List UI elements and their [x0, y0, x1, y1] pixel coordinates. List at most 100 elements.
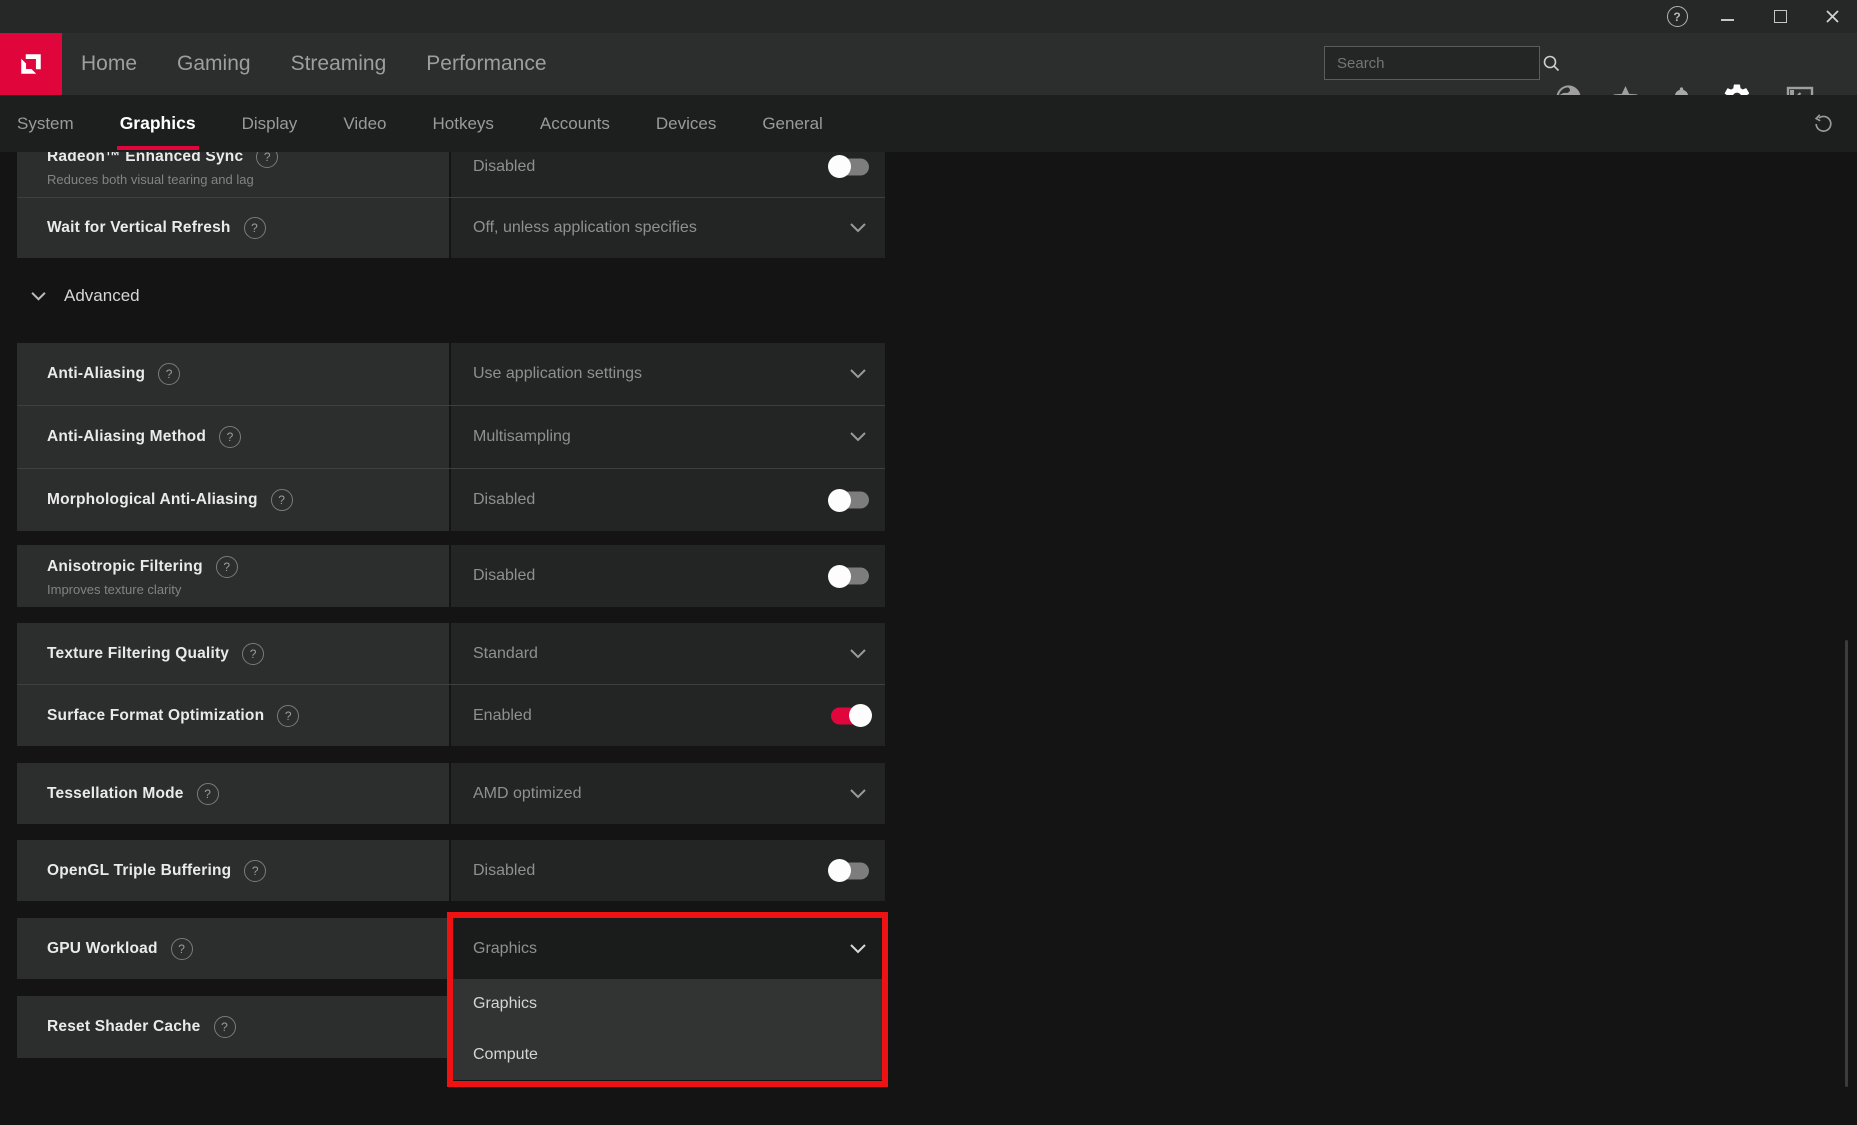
- gpu-workload-options-list: Graphics Compute: [451, 979, 885, 1080]
- setting-value-cell[interactable]: Use application settings: [451, 343, 885, 405]
- chevron-down-icon: [849, 943, 867, 955]
- setting-row-gpu-workload: GPU Workload? Graphics: [17, 918, 885, 979]
- setting-value: Standard: [451, 645, 538, 663]
- advanced-section-header[interactable]: Advanced: [30, 286, 140, 306]
- gpu-workload-dropdown[interactable]: Graphics: [451, 918, 885, 979]
- nav-tab-streaming[interactable]: Streaming: [291, 52, 387, 76]
- morphological-aa-toggle[interactable]: [831, 492, 869, 509]
- setting-label-text: Morphological Anti-Aliasing: [47, 491, 258, 509]
- setting-value-cell[interactable]: Multisampling: [451, 406, 885, 468]
- undo-reset-icon: [1812, 113, 1834, 135]
- toggle-knob: [849, 704, 872, 727]
- setting-label-cell: Surface Format Optimization?: [17, 685, 449, 746]
- help-icon[interactable]: ?: [197, 783, 219, 805]
- setting-label-text: Reset Shader Cache: [47, 1018, 201, 1036]
- amd-logo[interactable]: [0, 33, 62, 95]
- help-icon[interactable]: ?: [214, 1016, 236, 1038]
- setting-value: Disabled: [451, 158, 535, 176]
- setting-label-text: OpenGL Triple Buffering: [47, 862, 231, 880]
- setting-label-cell: Anti-Aliasing?: [17, 343, 449, 405]
- setting-value-cell: Enabled: [451, 685, 885, 746]
- minimize-icon: [1721, 19, 1734, 21]
- setting-label-cell: Reset Shader Cache?: [17, 996, 449, 1058]
- vertical-scrollbar-thumb[interactable]: [1845, 640, 1848, 1087]
- setting-row-surface-format-optimization: Surface Format Optimization? Enabled: [17, 684, 885, 746]
- opengl-triple-buffering-toggle[interactable]: [831, 862, 869, 879]
- setting-value-cell[interactable]: Standard: [451, 623, 885, 684]
- setting-row-radeon-enhanced-sync: Radeon™ Enhanced Sync ? Reduces both vis…: [17, 152, 885, 197]
- help-icon[interactable]: ?: [277, 705, 299, 727]
- tab-graphics-active[interactable]: Graphics: [120, 95, 196, 152]
- close-button[interactable]: [1808, 0, 1856, 33]
- help-button[interactable]: ?: [1653, 0, 1701, 33]
- help-icon[interactable]: ?: [244, 860, 266, 882]
- surface-format-optimization-toggle[interactable]: [831, 707, 869, 724]
- close-icon: [1825, 9, 1840, 24]
- help-icon[interactable]: ?: [219, 426, 241, 448]
- settings-group-anisotropic: Anisotropic Filtering? Improves texture …: [17, 545, 885, 607]
- subnav-tabs: System Graphics Display Video Hotkeys Ac…: [17, 95, 823, 152]
- setting-value-cell[interactable]: Off, unless application specifies: [451, 198, 885, 258]
- restore-defaults-button[interactable]: [1801, 102, 1845, 146]
- setting-value: Disabled: [451, 862, 535, 880]
- titlebar: ?: [0, 0, 1857, 33]
- tab-hotkeys[interactable]: Hotkeys: [433, 95, 494, 152]
- chevron-down-icon: [849, 648, 867, 660]
- settings-group-antialiasing: Anti-Aliasing? Use application settings …: [17, 343, 885, 531]
- help-icon: ?: [1667, 6, 1688, 27]
- minimize-button[interactable]: [1703, 0, 1751, 33]
- help-icon[interactable]: ?: [216, 556, 238, 578]
- setting-label-cell: Anisotropic Filtering? Improves texture …: [17, 545, 449, 607]
- tab-video[interactable]: Video: [343, 95, 386, 152]
- setting-label-text: GPU Workload: [47, 940, 158, 958]
- setting-label-text: Anisotropic Filtering: [47, 558, 203, 576]
- setting-sublabel: Reduces both visual tearing and lag: [47, 172, 254, 187]
- nav-tab-gaming[interactable]: Gaming: [177, 52, 251, 76]
- setting-label-text: Texture Filtering Quality: [47, 645, 229, 663]
- setting-value: Use application settings: [451, 365, 642, 383]
- setting-label-cell: Tessellation Mode?: [17, 763, 449, 824]
- maximize-button[interactable]: [1756, 0, 1804, 33]
- help-icon[interactable]: ?: [244, 217, 266, 239]
- chevron-down-icon: [849, 431, 867, 443]
- amd-radeon-software-window: ? Home Gaming Streaming Performance: [0, 0, 1857, 1125]
- setting-value-cell: Disabled: [451, 469, 885, 531]
- setting-label-text: Wait for Vertical Refresh: [47, 219, 231, 237]
- tab-accounts[interactable]: Accounts: [540, 95, 610, 152]
- tab-general[interactable]: General: [762, 95, 822, 152]
- setting-label-text: Anti-Aliasing Method: [47, 428, 206, 446]
- settings-group-tessellation: Tessellation Mode? AMD optimized: [17, 763, 885, 824]
- radeon-enhanced-sync-toggle[interactable]: [831, 158, 869, 175]
- setting-row-anti-aliasing: Anti-Aliasing? Use application settings: [17, 343, 885, 405]
- setting-value-cell: Disabled: [451, 840, 885, 901]
- help-icon[interactable]: ?: [271, 489, 293, 511]
- help-icon[interactable]: ?: [158, 363, 180, 385]
- toggle-knob: [828, 859, 851, 882]
- tab-display[interactable]: Display: [242, 95, 298, 152]
- setting-label-cell: Wait for Vertical Refresh ?: [17, 198, 449, 258]
- help-icon[interactable]: ?: [256, 152, 278, 168]
- setting-value: AMD optimized: [451, 785, 581, 803]
- chevron-down-icon: [30, 291, 47, 302]
- help-icon[interactable]: ?: [171, 938, 193, 960]
- setting-row-tessellation-mode: Tessellation Mode? AMD optimized: [17, 763, 885, 824]
- setting-row-opengl-triple-buffering: OpenGL Triple Buffering? Disabled: [17, 840, 885, 901]
- help-icon[interactable]: ?: [242, 643, 264, 665]
- setting-value-cell: Disabled: [451, 152, 885, 197]
- tab-system[interactable]: System: [17, 95, 74, 152]
- setting-value-cell[interactable]: AMD optimized: [451, 763, 885, 824]
- nav-tab-home[interactable]: Home: [81, 52, 137, 76]
- setting-label: Radeon™ Enhanced Sync ?: [47, 152, 278, 168]
- main-navbar: Home Gaming Streaming Performance: [0, 33, 1857, 95]
- gpu-workload-selected-value: Graphics: [451, 940, 537, 958]
- anisotropic-filtering-toggle[interactable]: [831, 568, 869, 585]
- gpu-workload-option-compute[interactable]: Compute: [451, 1030, 885, 1081]
- nav-tab-performance[interactable]: Performance: [426, 52, 546, 76]
- setting-value: Off, unless application specifies: [451, 219, 697, 237]
- gpu-workload-option-graphics[interactable]: Graphics: [451, 979, 885, 1030]
- tab-devices[interactable]: Devices: [656, 95, 716, 152]
- setting-row-morphological-anti-aliasing: Morphological Anti-Aliasing? Disabled: [17, 468, 885, 531]
- search-input[interactable]: [1325, 55, 1542, 72]
- settings-group-texture: Texture Filtering Quality? Standard Surf…: [17, 623, 885, 746]
- setting-label-cell: GPU Workload?: [17, 918, 449, 979]
